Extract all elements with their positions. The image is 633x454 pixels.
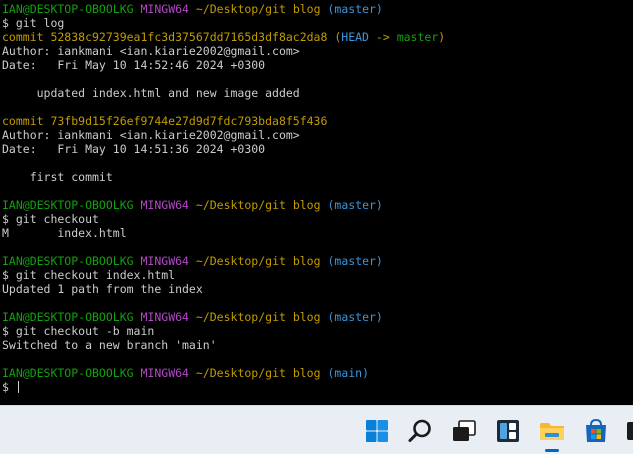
output-line: Author: iankmani <ian.kiarie2002@gmail.c… [2, 128, 445, 142]
prompt-branch: (master) [327, 198, 383, 212]
output-text: Switched to a new branch 'main' [2, 338, 217, 352]
output-line: $ git checkout index.html [2, 268, 445, 282]
output-line: Date: Fri May 10 14:52:46 2024 +0300 [2, 58, 445, 72]
output-text: M index.html [2, 226, 127, 240]
file-explorer-active-indicator [545, 449, 559, 452]
widgets-icon[interactable] [493, 416, 523, 446]
output-text: updated index.html and new image added [2, 86, 300, 100]
prompt-path: ~/Desktop/git blog [195, 198, 321, 212]
prompt-user: IAN@DESKTOP-OBOOLKG [2, 2, 134, 16]
prompt-msystem: MINGW64 [140, 198, 189, 212]
output-text: $ git checkout -b main [2, 324, 155, 338]
prompt-user: IAN@DESKTOP-OBOOLKG [2, 366, 134, 380]
prompt-branch: (master) [327, 254, 383, 268]
output-text: Date: Fri May 10 14:51:36 2024 +0300 [2, 142, 266, 156]
prompt-line: IAN@DESKTOP-OBOOLKG MINGW64 ~/Desktop/gi… [2, 366, 445, 380]
taskbar [0, 405, 633, 454]
search-icon[interactable] [405, 416, 435, 446]
output-line: $ git checkout -b main [2, 324, 445, 338]
prompt-path: ~/Desktop/git blog [195, 254, 321, 268]
output-line: updated index.html and new image added [2, 86, 445, 100]
prompt-path: ~/Desktop/git blog [195, 310, 321, 324]
output-text: $ git checkout index.html [2, 268, 176, 282]
output-text: first commit [2, 170, 113, 184]
commit-ref-arrow: -> [368, 30, 397, 44]
output-text: $ git checkout [2, 212, 99, 226]
file-explorer-icon[interactable] [537, 416, 567, 446]
commit-hash: commit 73fb9d15f26ef9744e27d9d7fdc793bda… [2, 114, 328, 128]
prompt-user: IAN@DESKTOP-OBOOLKG [2, 198, 134, 212]
prompt-symbol: $ [2, 380, 16, 394]
microsoft-store-icon[interactable] [581, 416, 611, 446]
output-text: Date: Fri May 10 14:52:46 2024 +0300 [2, 58, 266, 72]
prompt-branch: (master) [327, 310, 383, 324]
prompt-line: IAN@DESKTOP-OBOOLKG MINGW64 ~/Desktop/gi… [2, 254, 445, 268]
prompt-path: ~/Desktop/git blog [195, 2, 321, 16]
prompt-msystem: MINGW64 [140, 366, 189, 380]
output-line: $ git checkout [2, 212, 445, 226]
output-line: $ git log [2, 16, 445, 30]
prompt-line: IAN@DESKTOP-OBOOLKG MINGW64 ~/Desktop/gi… [2, 2, 445, 16]
prompt-branch: (main) [327, 366, 370, 380]
prompt-user: IAN@DESKTOP-OBOOLKG [2, 310, 134, 324]
terminal-output: IAN@DESKTOP-OBOOLKG MINGW64 ~/Desktop/gi… [2, 2, 445, 394]
output-line: Switched to a new branch 'main' [2, 338, 445, 352]
prompt-msystem: MINGW64 [140, 254, 189, 268]
text-cursor [17, 381, 19, 393]
output-line: Updated 1 path from the index [2, 282, 445, 296]
commit-line: commit 73fb9d15f26ef9744e27d9d7fdc793bda… [2, 114, 445, 128]
prompt-branch: (master) [327, 2, 383, 16]
output-line: first commit [2, 170, 445, 184]
output-line: Author: iankmani <ian.kiarie2002@gmail.c… [2, 44, 445, 58]
prompt-msystem: MINGW64 [140, 310, 189, 324]
output-text: Updated 1 path from the index [2, 282, 203, 296]
prompt-msystem: MINGW64 [140, 2, 189, 16]
commit-line: commit 52838c92739ea1fc3d37567dd7165d3df… [2, 30, 445, 44]
output-line: Date: Fri May 10 14:51:36 2024 +0300 [2, 142, 445, 156]
task-view-icon[interactable] [449, 416, 479, 446]
output-text: $ git log [2, 16, 65, 30]
prompt-line: IAN@DESKTOP-OBOOLKG MINGW64 ~/Desktop/gi… [2, 310, 445, 324]
commit-ref-open: ( [327, 30, 342, 44]
commit-head-ref: HEAD [341, 30, 369, 44]
terminal-window[interactable]: IAN@DESKTOP-OBOOLKG MINGW64 ~/Desktop/gi… [0, 0, 633, 405]
output-text: Author: iankmani <ian.kiarie2002@gmail.c… [2, 128, 300, 142]
partial-tray-icon[interactable] [625, 416, 633, 446]
input-line: $ [2, 380, 445, 394]
commit-ref-close: ) [438, 30, 446, 44]
output-line: M index.html [2, 226, 445, 240]
windows-start-icon[interactable] [362, 416, 392, 446]
output-text: Author: iankmani <ian.kiarie2002@gmail.c… [2, 44, 300, 58]
screen: IAN@DESKTOP-OBOOLKG MINGW64 ~/Desktop/gi… [0, 0, 633, 454]
prompt-user: IAN@DESKTOP-OBOOLKG [2, 254, 134, 268]
prompt-path: ~/Desktop/git blog [195, 366, 321, 380]
commit-hash: commit 52838c92739ea1fc3d37567dd7165d3df… [2, 30, 328, 44]
commit-branch-ref: master [396, 30, 439, 44]
prompt-line: IAN@DESKTOP-OBOOLKG MINGW64 ~/Desktop/gi… [2, 198, 445, 212]
